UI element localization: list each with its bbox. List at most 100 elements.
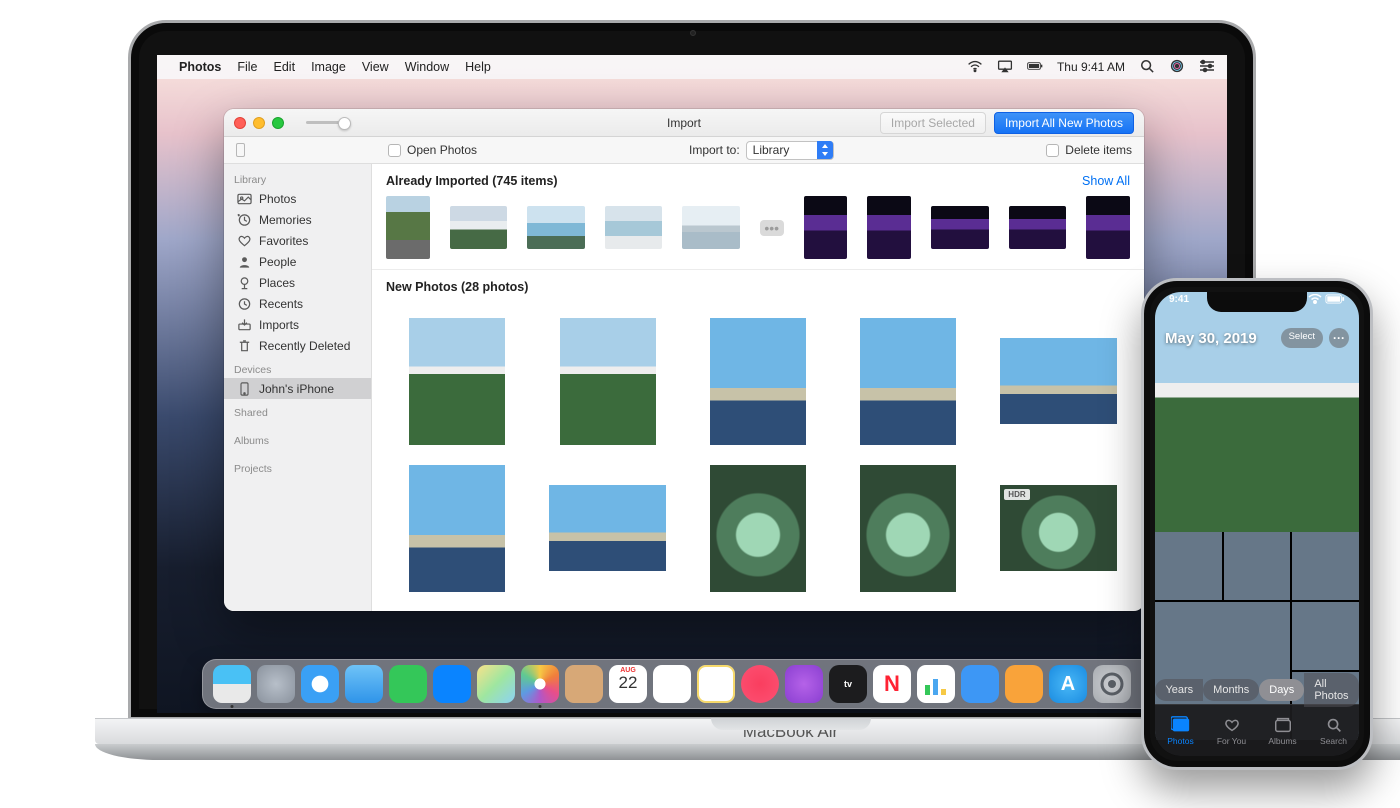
dock-podcasts-icon[interactable] (785, 665, 823, 703)
menu-view[interactable]: View (362, 60, 389, 74)
airplay-icon[interactable] (997, 59, 1013, 76)
new-thumb[interactable] (560, 318, 656, 445)
iphone-select-button[interactable]: Select (1281, 328, 1323, 348)
dock-keynote-icon[interactable] (961, 665, 999, 703)
control-center-icon[interactable] (1199, 59, 1215, 76)
dock-messages-icon[interactable] (389, 665, 427, 703)
sidebar: Library Photos Memories Favorites People… (224, 164, 372, 611)
import-all-button[interactable]: Import All New Photos (994, 112, 1134, 134)
dock-contacts-icon[interactable] (565, 665, 603, 703)
menu-file[interactable]: File (237, 60, 257, 74)
new-thumb[interactable] (1000, 338, 1117, 424)
calendar-day: 22 (619, 674, 638, 691)
minimize-button[interactable] (253, 117, 265, 129)
seg-months[interactable]: Months (1203, 679, 1259, 701)
fullscreen-button[interactable] (272, 117, 284, 129)
tab-label: Albums (1268, 736, 1296, 746)
seg-years[interactable]: Years (1155, 679, 1203, 701)
tab-albums[interactable]: Albums (1257, 705, 1308, 756)
already-thumb[interactable] (527, 206, 585, 249)
zoom-slider[interactable] (306, 121, 350, 124)
sidebar-item-photos[interactable]: Photos (224, 188, 371, 209)
sidebar-item-iphone[interactable]: John's iPhone (224, 378, 371, 399)
dock-launchpad-icon[interactable] (257, 665, 295, 703)
dock-finder-icon[interactable] (213, 665, 251, 703)
new-thumb[interactable] (860, 465, 956, 592)
already-thumb[interactable] (1009, 206, 1067, 249)
import-to-select[interactable]: Library (746, 141, 835, 160)
dock-numbers-icon[interactable] (917, 665, 955, 703)
more-pill[interactable]: ••• (760, 220, 784, 236)
already-thumb[interactable] (450, 206, 508, 249)
dock-music-icon[interactable] (741, 665, 779, 703)
show-all-link[interactable]: Show All (1082, 174, 1130, 188)
close-button[interactable] (234, 117, 246, 129)
already-thumb[interactable] (867, 196, 911, 259)
sidebar-item-memories[interactable]: Memories (224, 209, 371, 230)
menu-help[interactable]: Help (465, 60, 491, 74)
iphone-date: May 30, 2019 (1165, 330, 1257, 347)
dock-maps-icon[interactable] (477, 665, 515, 703)
menu-image[interactable]: Image (311, 60, 346, 74)
dock-facetime-icon[interactable] (433, 665, 471, 703)
new-thumb[interactable] (860, 318, 956, 445)
dock-pages-icon[interactable] (1005, 665, 1043, 703)
tab-foryou[interactable]: For You (1206, 705, 1257, 756)
iphone-battery-icon (1325, 294, 1345, 307)
spotlight-icon[interactable] (1139, 59, 1155, 76)
clock-icon (236, 297, 252, 311)
dock-calendar-icon[interactable]: AUG22 (609, 665, 647, 703)
already-thumb[interactable] (605, 206, 663, 249)
albums-tab-icon (1273, 716, 1293, 734)
new-thumb[interactable] (710, 465, 806, 592)
iphone-thumb[interactable] (1224, 532, 1291, 600)
iphone-thumb[interactable] (1292, 532, 1359, 600)
dock-appstore-icon[interactable]: A (1049, 665, 1087, 703)
menu-edit[interactable]: Edit (274, 60, 296, 74)
memories-icon (236, 213, 252, 227)
seg-allphotos[interactable]: All Photos (1304, 673, 1358, 707)
new-thumb[interactable] (710, 318, 806, 445)
sidebar-item-recents[interactable]: Recents (224, 293, 371, 314)
battery-icon[interactable] (1027, 59, 1043, 76)
iphone-thumb[interactable] (1292, 602, 1359, 670)
already-thumb[interactable] (931, 206, 989, 249)
delete-items-checkbox[interactable] (1046, 144, 1059, 157)
dock-reminders-icon[interactable] (653, 665, 691, 703)
app-menu[interactable]: Photos (179, 60, 221, 74)
open-photos-checkbox[interactable] (388, 144, 401, 157)
sidebar-item-imports[interactable]: Imports (224, 314, 371, 335)
seg-days[interactable]: Days (1259, 679, 1304, 701)
dock: AUG22 tv N A (202, 659, 1182, 709)
already-thumb[interactable] (386, 196, 430, 259)
wifi-icon[interactable] (967, 59, 983, 76)
tab-search[interactable]: Search (1308, 705, 1359, 756)
menu-window[interactable]: Window (405, 60, 449, 74)
sidebar-item-favorites[interactable]: Favorites (224, 230, 371, 251)
sidebar-item-places[interactable]: Places (224, 272, 371, 293)
heart-icon (236, 234, 252, 248)
sidebar-item-people[interactable]: People (224, 251, 371, 272)
new-thumb[interactable] (409, 465, 505, 592)
siri-icon[interactable] (1169, 59, 1185, 76)
new-thumb[interactable] (549, 485, 666, 571)
new-thumb[interactable]: HDR (1000, 485, 1117, 571)
iphone-thumb[interactable] (1155, 532, 1222, 600)
sidebar-item-recently-deleted[interactable]: Recently Deleted (224, 335, 371, 356)
already-thumb[interactable] (804, 196, 848, 259)
iphone-hero-photo[interactable]: May 30, 2019 Select ··· (1155, 292, 1359, 532)
dock-notes-icon[interactable] (697, 665, 735, 703)
dock-mail-icon[interactable] (345, 665, 383, 703)
menubar-clock[interactable]: Thu 9:41 AM (1057, 60, 1125, 74)
dock-news-icon[interactable]: N (873, 665, 911, 703)
dock-appletv-icon[interactable]: tv (829, 665, 867, 703)
dock-systemprefs-icon[interactable] (1093, 665, 1131, 703)
import-selected-button[interactable]: Import Selected (880, 112, 986, 134)
already-thumb[interactable] (1086, 196, 1130, 259)
already-thumb[interactable] (682, 206, 740, 249)
dock-safari-icon[interactable] (301, 665, 339, 703)
dock-photos-icon[interactable] (521, 665, 559, 703)
tab-photos[interactable]: Photos (1155, 705, 1206, 756)
iphone-more-button[interactable]: ··· (1329, 328, 1349, 348)
new-thumb[interactable] (409, 318, 505, 445)
